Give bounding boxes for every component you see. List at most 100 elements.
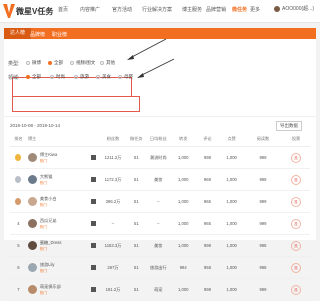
col-reads: 阅读数 bbox=[243, 132, 283, 147]
area-option-all[interactable]: 全部 bbox=[26, 74, 41, 80]
type-option-all[interactable]: 全部 bbox=[48, 60, 63, 66]
type-option-other[interactable]: 其他 bbox=[100, 60, 115, 66]
reads-cell: 999 bbox=[243, 212, 283, 235]
top-navigation-bar: 微星V任务 首页 内容推广 官方活动 行业解决方案 博主服务 品牌营销 微任务 … bbox=[0, 0, 320, 23]
tab-influencer-rank[interactable]: 达人榜 bbox=[4, 28, 32, 39]
tasks-cell: 51 bbox=[127, 190, 146, 213]
table-header: 排名 博主 粉丝数 微任务 日均粉丝 转发 评论 点赞 阅读数 投票 bbox=[10, 132, 310, 147]
table-row[interactable]: 6 旅游Lily 热门 267万 51 旅游出行 994 958 1,000 99… bbox=[10, 256, 310, 279]
vote-button[interactable]: 投 bbox=[291, 196, 301, 207]
category-cell: 潮流时尚 bbox=[145, 146, 171, 169]
blogger-tag: 热门 bbox=[39, 224, 47, 229]
table-row[interactable]: 大熊猫 热门 1172.3万 51 美妆 1,000 969 1,000 999 … bbox=[10, 168, 310, 191]
blogger-tag: 热门 bbox=[39, 202, 47, 207]
vote-button[interactable]: 投 bbox=[291, 284, 301, 295]
radio-icon bbox=[26, 60, 30, 65]
qr-code-icon[interactable] bbox=[90, 242, 96, 248]
ranking-panel: 达人榜 品牌榜 职业榜 类型: 微博 全部 视频/图文 其他 领域: 全部 时尚… bbox=[4, 28, 316, 301]
nav-item-official-events[interactable]: 官方活动 bbox=[112, 6, 132, 13]
blogger-tag: 热门 bbox=[39, 246, 47, 251]
likes-cell: 1,000 bbox=[219, 234, 244, 257]
blogger-name: 旅游Lily bbox=[39, 261, 55, 267]
area-option-food[interactable]: 美食 bbox=[96, 74, 111, 80]
nav-item-content-promo[interactable]: 内容推广 bbox=[80, 6, 100, 13]
qr-code-icon[interactable] bbox=[90, 286, 96, 292]
avatar bbox=[27, 285, 37, 294]
vote-button[interactable]: 投 bbox=[291, 152, 301, 163]
blogger-cell[interactable]: 蜜糖_Dress 热门 bbox=[26, 234, 88, 257]
col-comments: 评论 bbox=[195, 132, 220, 147]
reposts-cell: 1,000 bbox=[171, 234, 196, 257]
user-menu[interactable]: AOO000(超...) bbox=[274, 5, 314, 12]
rank-cell: 7 bbox=[10, 278, 27, 301]
qr-code-icon[interactable] bbox=[90, 176, 96, 182]
radio-icon bbox=[100, 60, 104, 65]
blogger-cell[interactable]: 博主Kiwa 热门 bbox=[26, 146, 88, 169]
qr-code-icon[interactable] bbox=[90, 264, 96, 270]
blogger-tag: 热门 bbox=[39, 290, 47, 295]
table-row[interactable]: 7 萌宠俱乐部 热门 181.2万 51 萌宠 1,000 998 1,000 9… bbox=[10, 278, 310, 301]
blogger-cell[interactable]: 大熊猫 热门 bbox=[26, 168, 88, 191]
fans-cell: 181.2万 bbox=[98, 278, 128, 301]
vote-button[interactable]: 投 bbox=[291, 240, 301, 251]
nav-item-blogger-services[interactable]: 博主服务 bbox=[182, 6, 202, 13]
avatar bbox=[27, 263, 37, 272]
nav-item-home[interactable]: 首页 bbox=[58, 6, 68, 13]
area-option-mom[interactable]: 母婴 bbox=[118, 74, 133, 80]
avatar bbox=[274, 5, 281, 12]
reposts-cell: 1,000 bbox=[171, 146, 196, 169]
qr-code-icon[interactable] bbox=[90, 198, 96, 204]
col-fans: 粉丝数 bbox=[98, 132, 128, 147]
nav-item-brand-marketing[interactable]: 品牌营销 bbox=[206, 6, 226, 13]
radio-icon bbox=[50, 74, 54, 79]
blogger-name: 萌宠俱乐部 bbox=[39, 283, 61, 289]
blogger-cell[interactable]: 萌宠俱乐部 热门 bbox=[26, 278, 88, 301]
site-logo[interactable]: 微星V任务 bbox=[3, 3, 53, 19]
radio-icon bbox=[118, 74, 122, 79]
tab-career-rank[interactable]: 职业榜 bbox=[52, 31, 67, 38]
vote-button[interactable]: 投 bbox=[291, 174, 301, 185]
table-row[interactable]: 4 西瓜兄弟 热门 -- 51 -- 1,000 965 1,000 999 投 bbox=[10, 212, 310, 235]
type-option-video[interactable]: 视频/图文 bbox=[70, 60, 95, 66]
area-option-travel[interactable]: 旅游 bbox=[74, 74, 89, 80]
area-label: 领域: bbox=[8, 75, 20, 81]
vote-button[interactable]: 投 bbox=[291, 218, 301, 229]
table-row[interactable]: 美食小白 热门 396.2万 51 -- 1,000 965 1,000 999 … bbox=[10, 190, 310, 213]
vote-button[interactable]: 投 bbox=[291, 262, 301, 273]
likes-cell: 1,000 bbox=[219, 212, 244, 235]
blogger-cell[interactable]: 旅游Lily 热门 bbox=[26, 256, 88, 279]
date-range-picker[interactable]: 2019-10-08 - 2019-10-14 bbox=[10, 123, 60, 128]
blogger-cell[interactable]: 美食小白 热门 bbox=[26, 190, 88, 213]
blogger-name: 博主Kiwa bbox=[39, 151, 58, 157]
avatar bbox=[27, 241, 37, 250]
nav-item-more[interactable]: 更多 bbox=[250, 6, 260, 13]
tasks-cell: 51 bbox=[127, 256, 146, 279]
reads-cell: 998 bbox=[243, 234, 283, 257]
tab-brand-rank[interactable]: 品牌榜 bbox=[30, 31, 45, 38]
qr-code-icon[interactable] bbox=[90, 154, 96, 160]
table-row[interactable]: 博主Kiwa 热门 1211.2万 51 潮流时尚 1,000 998 1,000… bbox=[10, 146, 310, 169]
nav-item-micro-tasks[interactable]: 微任务 bbox=[232, 6, 247, 13]
type-option-weibo[interactable]: 微博 bbox=[26, 60, 41, 66]
area-option-fashion[interactable]: 时尚 bbox=[50, 74, 65, 80]
reposts-cell: 1,000 bbox=[171, 190, 196, 213]
avatar bbox=[27, 219, 37, 228]
blogger-cell[interactable]: 西瓜兄弟 热门 bbox=[26, 212, 88, 235]
table-row[interactable]: 5 蜜糖_Dress 热门 1153.3万 51 美妆 1,000 998 1,0… bbox=[10, 234, 310, 257]
reposts-cell: 994 bbox=[171, 256, 196, 279]
blogger-name: 蜜糖_Dress bbox=[39, 239, 62, 245]
rank-cell bbox=[10, 146, 27, 169]
nav-item-industry-solutions[interactable]: 行业解决方案 bbox=[142, 6, 172, 13]
tasks-cell: 51 bbox=[127, 168, 146, 191]
col-qr bbox=[87, 132, 99, 147]
blogger-name: 大熊猫 bbox=[39, 173, 53, 179]
export-button[interactable]: 导出数据 bbox=[276, 121, 302, 131]
likes-cell: 1,000 bbox=[219, 146, 244, 169]
qr-code-icon[interactable] bbox=[90, 220, 96, 226]
comments-cell: 969 bbox=[195, 168, 220, 191]
bronze-medal-icon bbox=[15, 197, 22, 205]
blogger-tag: 热门 bbox=[39, 268, 47, 273]
reposts-cell: 1,000 bbox=[171, 212, 196, 235]
fans-cell: 396.2万 bbox=[98, 190, 128, 213]
likes-cell: 1,000 bbox=[219, 168, 244, 191]
